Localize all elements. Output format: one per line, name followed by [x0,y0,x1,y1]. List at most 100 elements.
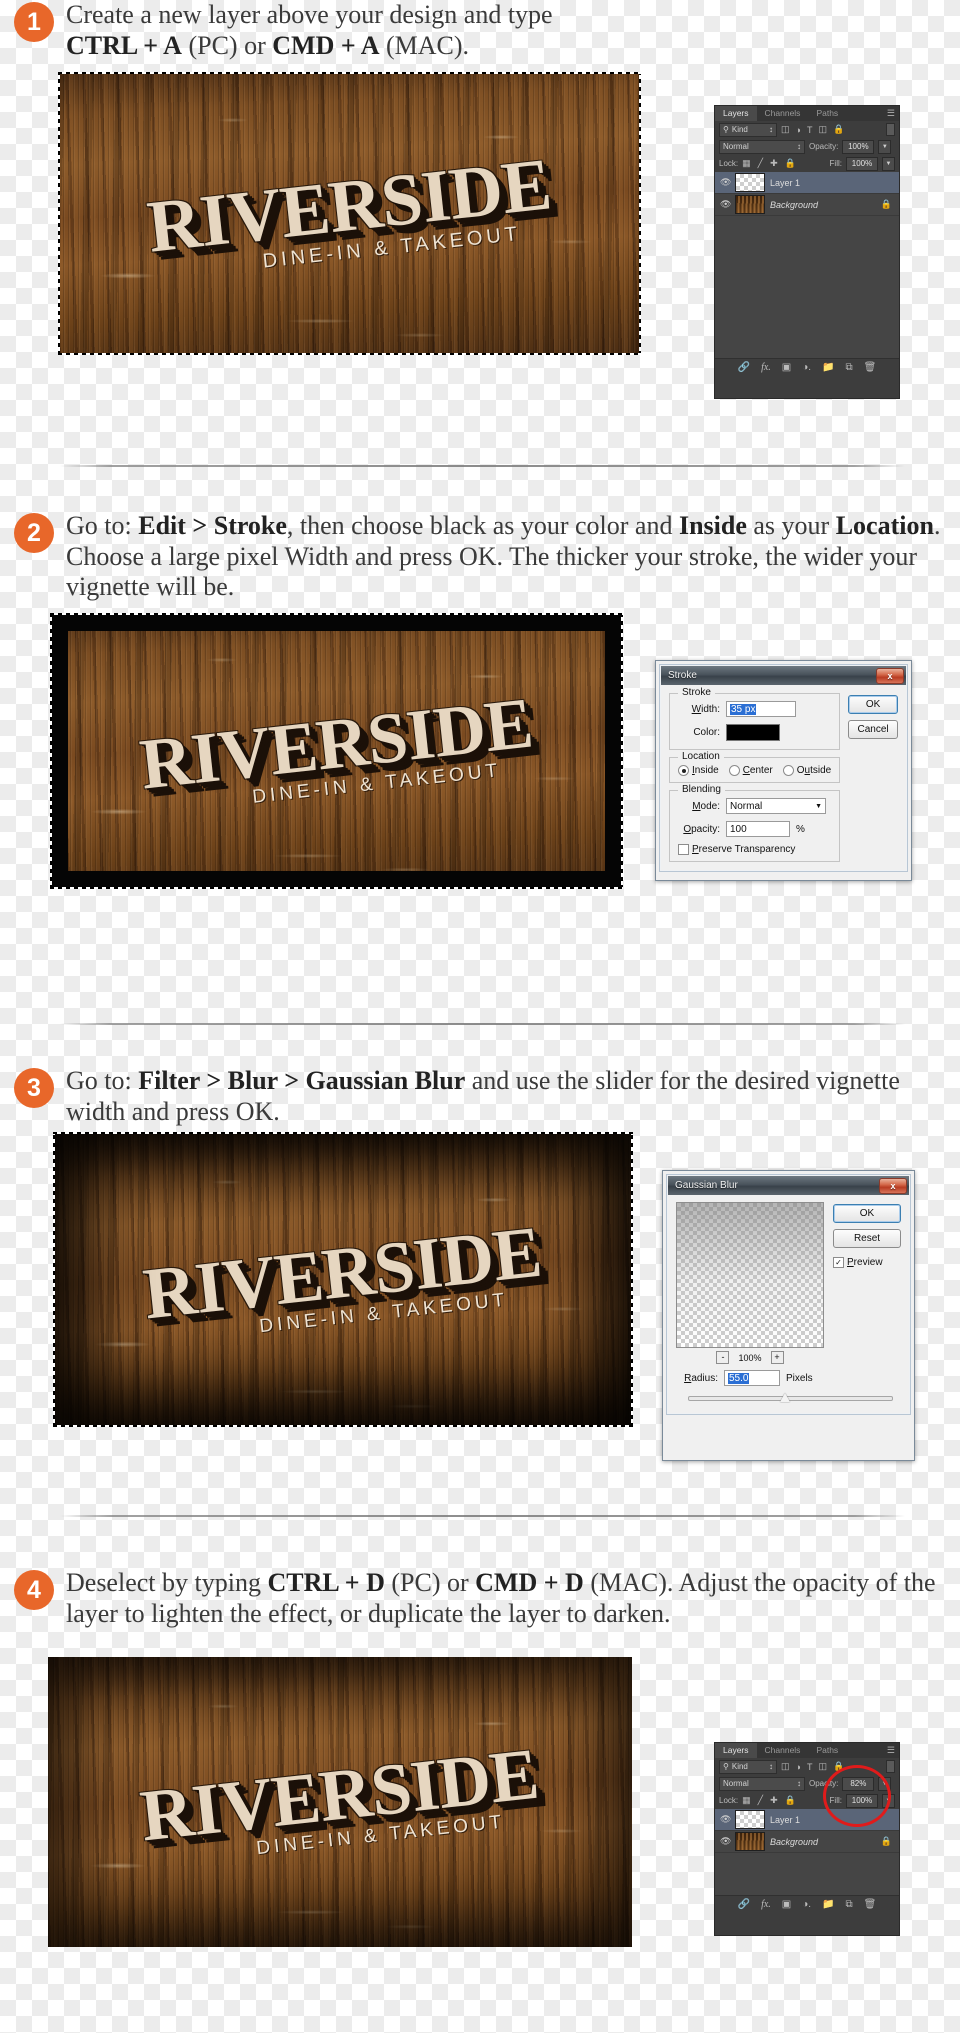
layer-panel-footer[interactable]: 🔗 fx. ▣ ◑. 📁 ⧉ 🗑 [715,358,899,376]
layer-list[interactable]: 👁 Layer 1 👁 Background 🔒 [715,172,899,358]
layers-panel-top[interactable]: Layers Channels Paths ☰ ⚲ Kind ↕ ◫ ◑ T ◫… [714,105,900,399]
lock-image-pixels-icon[interactable]: ╱ [758,158,763,169]
delete-layer-icon[interactable]: 🗑 [864,1899,877,1910]
tab-layers[interactable]: Layers [715,106,757,121]
stroke-width-input[interactable]: 35 px [726,701,796,717]
layers-panel-bottom[interactable]: Layers Channels Paths ☰ ⚲ Kind ↕ ◫ ◑ T ◫… [714,1742,900,1936]
layer-name[interactable]: Layer 1 [770,1815,894,1825]
lock-position-icon[interactable]: ✚ [770,158,778,169]
type-layer-icon[interactable]: T [807,1762,813,1772]
tab-channels[interactable]: Channels [757,106,809,121]
new-layer-icon[interactable]: ⧉ [846,362,853,373]
layer-name[interactable]: Background [770,1837,876,1847]
filter-icons[interactable]: ◫ ◑ T ◫ 🔒 [781,1761,844,1772]
adjustment-layer-icon[interactable]: ◑ [796,125,801,135]
gaussian-blur-titlebar[interactable]: Gaussian Blur x [668,1176,909,1195]
opacity-value[interactable]: 82% [842,1776,875,1791]
adjustment-layer-icon[interactable]: ◑. [802,362,811,373]
lock-icons[interactable]: ▦ ╱ ✚ 🔒 [742,158,796,169]
location-option-center[interactable]: Center [728,765,773,776]
mode-field-row[interactable]: Mode: Normal ▼ [678,798,831,814]
lock-image-pixels-icon[interactable]: ╱ [758,1795,763,1806]
layer-mask-icon[interactable]: ▣ [782,362,791,373]
new-group-icon[interactable]: 📁 [822,362,834,373]
gaussian-blur-dialog[interactable]: Gaussian Blur x - 100% + OK Reset ✓ Prev… [662,1170,915,1461]
preserve-transparency-row[interactable]: Preserve Transparency [678,844,831,855]
type-layer-icon[interactable]: T [807,125,813,135]
fill-value[interactable]: 100% [846,156,878,171]
layer-name[interactable]: Background [770,200,876,210]
layer-mask-icon[interactable]: ▣ [782,1899,791,1910]
lock-transparent-pixels-icon[interactable]: ▦ [742,1795,751,1806]
fill-value[interactable]: 100% [846,1793,878,1808]
tab-paths[interactable]: Paths [808,106,846,121]
opacity-dropdown-arrow[interactable]: ▼ [878,1776,892,1791]
location-option-outside[interactable]: Outside [782,765,831,776]
radio-icon[interactable] [728,765,740,776]
preview-checkbox-row[interactable]: ✓ Preview [833,1257,901,1268]
layer-style-fx-icon[interactable]: fx. [761,1899,771,1910]
smart-object-icon[interactable]: 🔒 [833,1761,844,1772]
pixel-layer-icon[interactable]: ◫ [781,124,790,135]
filter-row[interactable]: ⚲ Kind ↕ ◫ ◑ T ◫ 🔒 [715,121,899,138]
eye-icon[interactable]: 👁 [720,1814,731,1825]
filter-kind-dropdown[interactable]: ⚲ Kind ↕ [719,1759,777,1774]
slider-thumb[interactable] [780,1393,791,1402]
filter-row[interactable]: ⚲ Kind ↕ ◫ ◑ T ◫ 🔒 [715,1758,899,1775]
ok-button[interactable]: OK [848,695,898,714]
lock-all-icon[interactable]: 🔒 [785,158,796,169]
eye-icon[interactable]: 👁 [720,1836,731,1847]
layer-panel-footer[interactable]: 🔗 fx. ▣ ◑. 📁 ⧉ 🗑 [715,1895,899,1913]
radio-icon[interactable] [782,765,794,776]
slider-track[interactable] [688,1396,893,1401]
opacity-value[interactable]: 100% [842,139,875,154]
shape-layer-icon[interactable]: ◫ [818,124,827,135]
blend-mode-dropdown[interactable]: Normal ↕ [719,1776,805,1791]
zoom-in-button[interactable]: + [770,1351,784,1364]
layer-style-fx-icon[interactable]: fx. [761,362,771,373]
stroke-dialog-titlebar[interactable]: Stroke x [661,666,906,685]
blend-mode-dropdown[interactable]: Normal ↕ [719,139,805,154]
lock-position-icon[interactable]: ✚ [770,1795,778,1806]
cancel-button[interactable]: Cancel [848,720,898,739]
color-field-row[interactable]: Color: [678,724,831,741]
adjustment-layer-icon[interactable]: ◑ [796,1762,801,1772]
close-icon[interactable]: x [879,1177,907,1194]
opacity-field-row[interactable]: Opacity: 100 % [678,821,831,837]
layer-row-background[interactable]: 👁 Background 🔒 [715,194,899,216]
radio-icon[interactable] [678,765,689,776]
lock-row[interactable]: Lock: ▦ ╱ ✚ 🔒 Fill: 100% ▼ [715,1792,899,1809]
layer-list[interactable]: 👁 Layer 1 👁 Background 🔒 [715,1809,899,1895]
checkbox-icon[interactable]: ✓ [833,1257,844,1268]
link-layers-icon[interactable]: 🔗 [738,1899,750,1910]
reset-button[interactable]: Reset [833,1229,901,1248]
pixel-layer-icon[interactable]: ◫ [781,1761,790,1772]
lock-transparent-pixels-icon[interactable]: ▦ [742,158,751,169]
panel-menu-icon[interactable]: ☰ [887,109,895,118]
layer-row-layer-1[interactable]: 👁 Layer 1 [715,172,899,194]
layer-name[interactable]: Layer 1 [770,178,894,188]
preview-zoom-controls[interactable]: - 100% + [676,1351,824,1364]
opacity-dropdown-arrow[interactable]: ▼ [878,139,892,154]
filter-kind-dropdown[interactable]: ⚲ Kind ↕ [719,122,777,137]
tab-layers[interactable]: Layers [715,1743,757,1758]
panel-menu-icon[interactable]: ☰ [887,1746,895,1755]
radius-field-row[interactable]: Radius: 55.0 Pixels [676,1370,901,1386]
tab-paths[interactable]: Paths [808,1743,846,1758]
stroke-color-swatch[interactable] [726,724,780,741]
eye-icon[interactable]: 👁 [720,177,731,188]
panel-tab-bar[interactable]: Layers Channels Paths ☰ [715,1743,899,1758]
tab-channels[interactable]: Channels [757,1743,809,1758]
zoom-out-button[interactable]: - [716,1351,730,1364]
filter-icons[interactable]: ◫ ◑ T ◫ 🔒 [781,124,844,135]
filter-toggle-icon[interactable] [886,1760,895,1773]
lock-all-icon[interactable]: 🔒 [785,1795,796,1806]
lock-row[interactable]: Lock: ▦ ╱ ✚ 🔒 Fill: 100% ▼ [715,155,899,172]
radius-slider[interactable] [688,1392,893,1404]
opacity-input[interactable]: 100 [726,821,790,837]
close-icon[interactable]: x [876,667,904,684]
checkbox-icon[interactable] [678,844,689,855]
blend-mode-row[interactable]: Normal ↕ Opacity: 82% ▼ [715,1775,899,1792]
ok-button[interactable]: OK [833,1204,901,1223]
stroke-dialog[interactable]: Stroke x Stroke Width: 35 px Color: Loca… [655,660,912,881]
